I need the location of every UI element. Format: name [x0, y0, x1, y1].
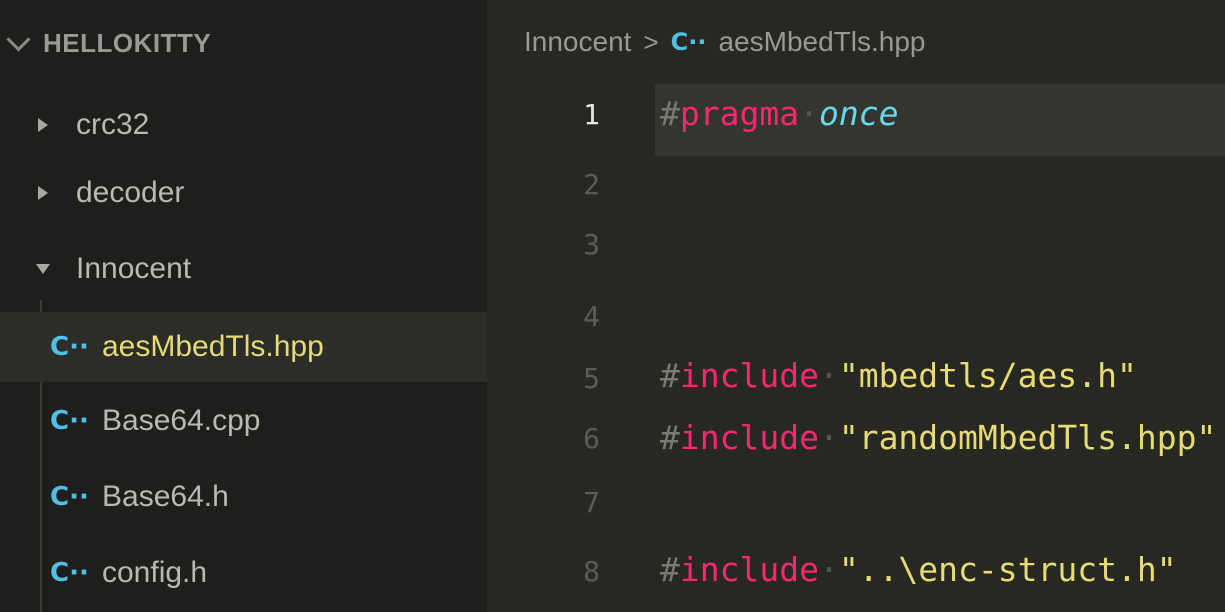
directive-keyword: include	[679, 418, 819, 457]
line-number: 7	[583, 486, 600, 519]
line-number: 6	[583, 422, 600, 455]
include-path-string: "..\enc-struct.h"	[838, 550, 1177, 589]
chevron-down-icon	[36, 264, 50, 274]
tree-file-aesmbedtls-hpp[interactable]: C·· aesMbedTls.hpp	[0, 312, 487, 382]
vscode-window: HELLOKITTY crc32 decoder Innocent C·· ae…	[0, 0, 1225, 612]
tree-item-label: decoder	[76, 176, 185, 209]
tree-folder-innocent[interactable]: Innocent	[0, 234, 487, 304]
line-number: 3	[583, 228, 600, 261]
tree-item-label: config.h	[102, 556, 208, 589]
workspace-title: HELLOKITTY	[43, 27, 212, 58]
line-number: 5	[583, 362, 600, 395]
code-line-5[interactable]: #include·"mbedtls/aes.h"	[660, 356, 1137, 395]
cpp-file-icon: C··	[50, 406, 89, 436]
tree-file-base64-cpp[interactable]: C·· Base64.cpp	[0, 386, 487, 456]
whitespace-marker: ·	[799, 94, 819, 133]
explorer-sidebar: HELLOKITTY crc32 decoder Innocent C·· ae…	[0, 0, 487, 612]
code-line-6[interactable]: #include·"randomMbedTls.hpp"	[660, 418, 1216, 457]
tree-file-config-h[interactable]: C·· config.h	[0, 538, 487, 608]
tree-folder-crc32[interactable]: crc32	[0, 90, 487, 160]
include-path-string: "mbedtls/aes.h"	[838, 356, 1137, 395]
code-line-8[interactable]: #include·"..\enc-struct.h"	[660, 550, 1177, 589]
cpp-file-icon: C··	[50, 558, 89, 588]
directive-hash: #	[660, 550, 680, 589]
cpp-file-icon: C··	[670, 28, 707, 56]
tree-item-label: Innocent	[76, 252, 192, 285]
breadcrumb-folder[interactable]: Innocent	[524, 26, 631, 58]
explorer-header[interactable]: HELLOKITTY	[6, 18, 212, 68]
directive-hash: #	[660, 94, 680, 133]
tree-item-label: Base64.cpp	[102, 404, 261, 437]
breadcrumb-file[interactable]: aesMbedTls.hpp	[718, 26, 925, 58]
include-path-string: "randomMbedTls.hpp"	[838, 418, 1217, 457]
line-number: 4	[583, 300, 600, 333]
line-number: 8	[583, 555, 600, 588]
breadcrumb: Innocent > C·· aesMbedTls.hpp	[524, 18, 925, 66]
tree-file-base64-h[interactable]: C·· Base64.h	[0, 462, 487, 532]
cpp-file-icon: C··	[50, 332, 89, 362]
line-number: 2	[583, 168, 600, 201]
line-number: 1	[583, 98, 600, 131]
directive-hash: #	[660, 418, 680, 457]
directive-keyword: include	[679, 550, 819, 589]
chevron-right-icon	[38, 118, 48, 132]
breadcrumb-separator: >	[643, 26, 659, 57]
cpp-file-icon: C··	[50, 482, 89, 512]
chevron-down-icon	[6, 26, 31, 52]
directive-hash: #	[660, 356, 680, 395]
directive-keyword: include	[679, 356, 819, 395]
tree-item-label: crc32	[76, 108, 150, 141]
chevron-right-icon	[38, 186, 48, 200]
tree-item-label: Base64.h	[102, 480, 229, 513]
whitespace-marker: ·	[818, 418, 839, 457]
pragma-argument: once	[818, 94, 899, 133]
code-line-1[interactable]: #pragma·once	[660, 94, 898, 133]
tree-item-label: aesMbedTls.hpp	[102, 330, 324, 363]
whitespace-marker: ·	[818, 550, 839, 589]
whitespace-marker: ·	[818, 356, 839, 395]
directive-keyword: pragma	[679, 94, 800, 133]
tree-folder-decoder[interactable]: decoder	[0, 158, 487, 228]
